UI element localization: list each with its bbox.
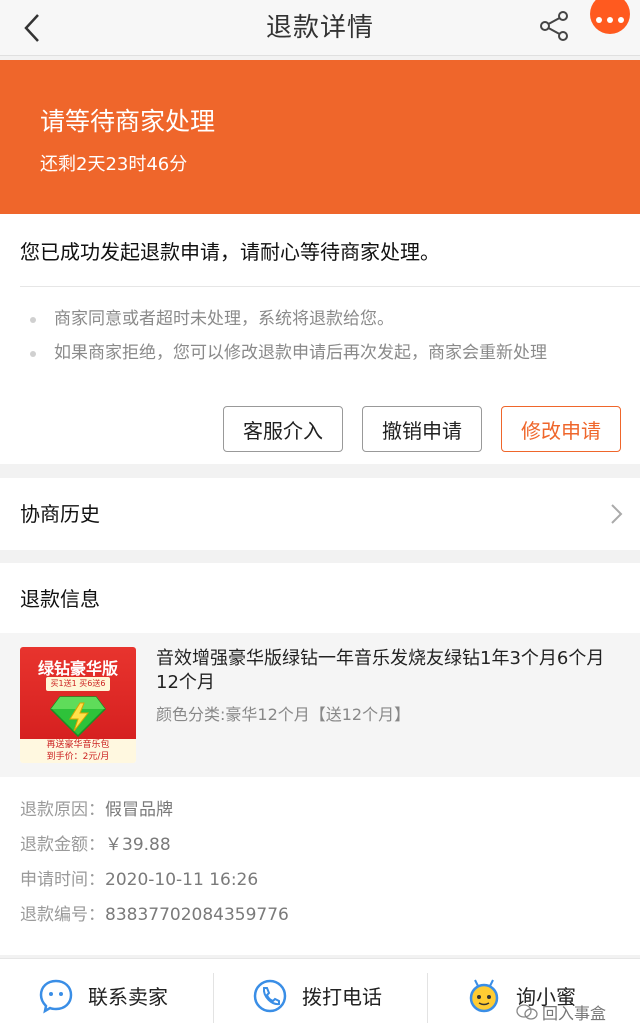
status-countdown: 还剩2天23时46分: [40, 154, 188, 175]
tips-list: 商家同意或者超时未处理，系统将退款给您。 如果商家拒绝，您可以修改退款申请后再次…: [26, 306, 547, 374]
refund-info-card: 退款信息 绿钻豪华版 买1送1 买6送6 再送豪华音乐包 到手价：2元/月 音效…: [0, 563, 640, 955]
detail-value: 83837702084359776: [105, 905, 289, 925]
cancel-request-button[interactable]: 撤销申请: [362, 406, 482, 452]
contact-seller-label: 联系卖家: [88, 985, 168, 1009]
image-subtitle: 买1送1 买6送6: [46, 677, 110, 691]
chevron-right-icon: [611, 504, 623, 524]
image-bottom-line: 再送豪华音乐包: [46, 740, 110, 750]
modify-request-button[interactable]: 修改申请: [501, 406, 621, 452]
detail-value: ￥39.88: [105, 835, 171, 855]
refund-number-row: 退款编号：83837702084359776: [20, 900, 289, 935]
more-dot: [596, 17, 602, 23]
call-phone-label: 拨打电话: [302, 985, 382, 1009]
separator: [213, 973, 214, 1023]
refund-reason-row: 退款原因：假冒品牌: [20, 795, 289, 830]
more-dot: [618, 17, 624, 23]
phone-icon: [253, 979, 287, 1012]
refund-amount-row: 退款金额：￥39.88: [20, 830, 289, 865]
image-bottom: 再送豪华音乐包 到手价：2元/月: [20, 739, 136, 763]
message-card: 您已成功发起退款申请，请耐心等待商家处理。 商家同意或者超时未处理，系统将退款给…: [0, 214, 640, 464]
image-bottom-line: 到手价：2元/月: [46, 752, 110, 762]
separator: [427, 973, 428, 1023]
more-dot: [607, 17, 613, 23]
assistant-bee-icon: [469, 979, 499, 1012]
detail-label: 申请时间：: [20, 870, 105, 890]
product-name: 音效增强豪华版绿钻一年音乐发烧友绿钻1年3个月6个月12个月: [156, 648, 605, 693]
diamond-icon: [50, 696, 106, 737]
watermark-logo-icon: [516, 1004, 538, 1020]
tip-item: 商家同意或者超时未处理，系统将退款给您。: [26, 306, 547, 340]
history-label: 协商历史: [20, 502, 100, 526]
request-time-row: 申请时间：2020-10-11 16:26: [20, 865, 289, 900]
detail-value: 假冒品牌: [105, 800, 173, 820]
service-intervene-button[interactable]: 客服介入: [223, 406, 343, 452]
image-title: 绿钻豪华版: [37, 659, 118, 678]
call-phone-button[interactable]: 拨打电话: [252, 959, 382, 1031]
detail-label: 退款金额：: [20, 835, 105, 855]
refund-info-title: 退款信息: [20, 587, 100, 611]
detail-label: 退款原因：: [20, 800, 105, 820]
product-image: 绿钻豪华版 买1送1 买6送6 再送豪华音乐包 到手价：2元/月: [20, 647, 136, 763]
status-banner: 请等待商家处理 还剩2天23时46分: [0, 60, 640, 214]
product-item[interactable]: 绿钻豪华版 买1送1 买6送6 再送豪华音乐包 到手价：2元/月 音效增强豪华版…: [0, 633, 640, 777]
refund-details: 退款原因：假冒品牌 退款金额：￥39.88 申请时间：2020-10-11 16…: [20, 795, 289, 935]
negotiation-history-row[interactable]: 协商历史: [0, 478, 640, 550]
message-main: 您已成功发起退款申请，请耐心等待商家处理。: [20, 240, 440, 264]
divider: [20, 286, 640, 287]
chat-face-icon: [39, 979, 73, 1014]
contact-seller-button[interactable]: 联系卖家: [38, 959, 168, 1031]
status-title: 请等待商家处理: [40, 107, 216, 136]
detail-value: 2020-10-11 16:26: [105, 870, 259, 890]
share-button[interactable]: [536, 8, 572, 44]
product-spec: 颜色分类:豪华12个月【送12个月】: [156, 705, 411, 724]
watermark: 回入事盒: [516, 1000, 606, 1024]
share-icon: [540, 11, 568, 41]
watermark-text: 回入事盒: [542, 1004, 607, 1023]
tip-item: 如果商家拒绝，您可以修改退款申请后再次发起，商家会重新处理: [26, 340, 547, 374]
detail-label: 退款编号：: [20, 905, 105, 925]
nav-bar: 退款详情: [0, 0, 640, 56]
